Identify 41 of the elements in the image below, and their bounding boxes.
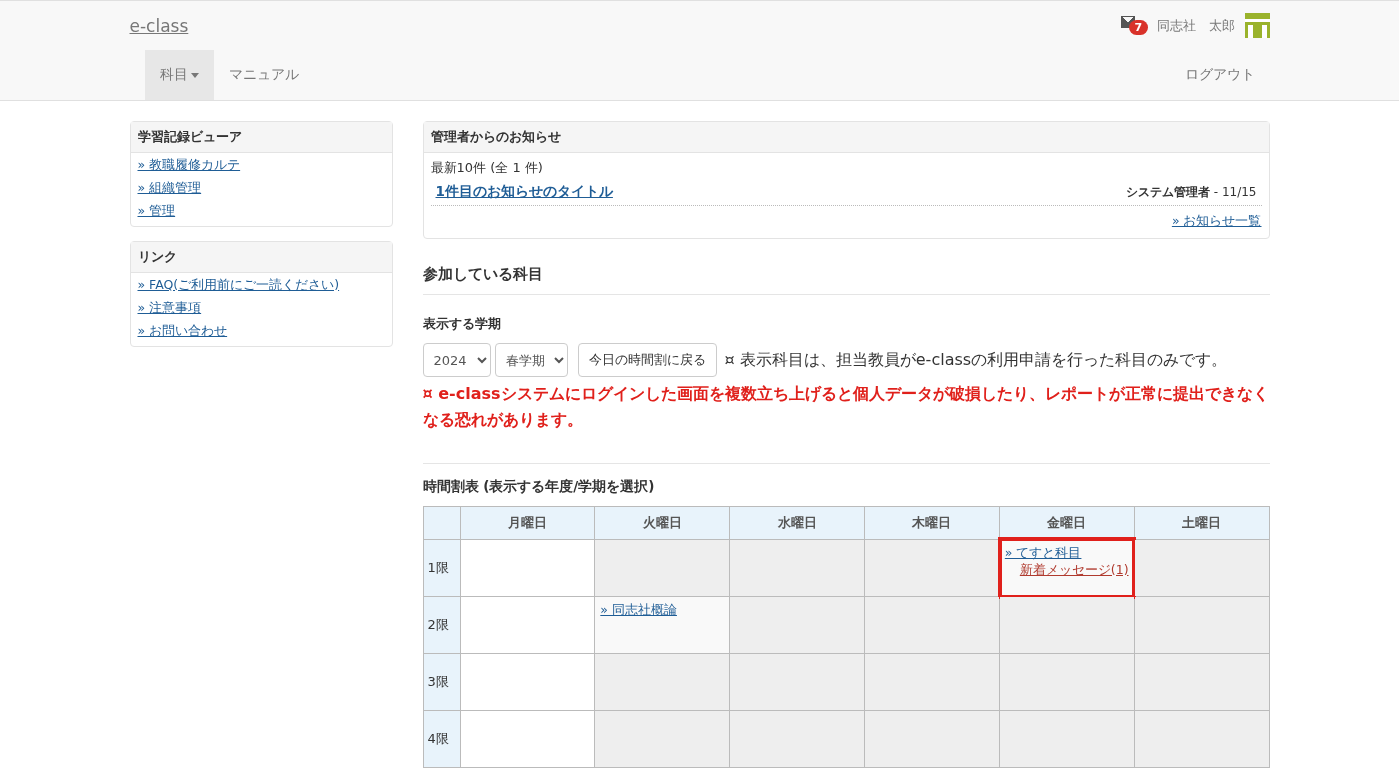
nav-tab[interactable]: 科目 [144, 50, 214, 100]
today-button[interactable]: 今日の時間割に戻る [577, 343, 717, 377]
day-header: 月曜日 [460, 506, 595, 540]
user-name: 同志社 太郎 [1156, 16, 1235, 35]
sidebar-link[interactable]: » 組織管理 [137, 180, 202, 197]
day-header: 土曜日 [1134, 506, 1269, 540]
notice-meta: システム管理者 - 11/15 [1125, 184, 1257, 201]
term-label: 表示する学期 [422, 315, 502, 333]
panel-title: リンク [130, 242, 392, 273]
day-header: 火曜日 [594, 506, 730, 540]
period-label: 3限 [423, 653, 460, 711]
sidebar-link[interactable]: » 教職履修カルテ [137, 157, 241, 174]
course-link[interactable]: » 同志社概論 [600, 602, 677, 617]
year-select[interactable]: 2024 [422, 343, 491, 377]
day-header: 木曜日 [864, 506, 1000, 540]
timetable-title: 時間割表 (表示する年度/学期を選択) [422, 478, 656, 496]
site-logo[interactable]: e-class [129, 15, 189, 36]
section-heading: 参加している科目 [422, 239, 1270, 295]
sidebar-link[interactable]: » 管理 [137, 203, 176, 220]
warning-text: ¤ e-classシステムにログインした画面を複数立ち上げると個人データが破損したり、レポートが正常に提出できなくなる恐れがあります。 [422, 383, 1270, 431]
term-select[interactable]: 春学期 [494, 343, 568, 377]
panel-title: 学習記録ビューア [130, 122, 392, 153]
sidebar-link[interactable]: » お問い合わせ [137, 323, 228, 340]
course-note: ¤ 表示科目は、担当教員がe-classの利用申請を行った科目のみです。 [724, 349, 1228, 369]
course-link[interactable]: » てすと科目 [1004, 545, 1082, 560]
panel-title: 管理者からのお知らせ [423, 122, 1269, 153]
period-label: 2限 [423, 596, 460, 654]
period-label: 4限 [423, 710, 460, 768]
day-header: 水曜日 [729, 506, 865, 540]
logout-link[interactable]: ログアウト [1169, 50, 1270, 100]
sidebar-link[interactable]: » 注意事項 [137, 300, 202, 317]
day-header: 金曜日 [999, 506, 1135, 540]
notice-link[interactable]: 1件目のお知らせのタイトル [435, 183, 613, 201]
nav-tab[interactable]: マニュアル [213, 50, 314, 100]
period-label: 1限 [423, 539, 460, 597]
avatar-icon [1244, 13, 1270, 38]
sidebar-link[interactable]: » FAQ(ご利用前にご一読ください) [137, 277, 340, 294]
notice-summary: 最新10件 (全 1 件) [430, 159, 544, 177]
message-count: 7 [1128, 19, 1149, 35]
new-message-link[interactable]: 新着メッセージ(1) [1019, 562, 1129, 579]
all-notices-link[interactable]: » お知らせ一覧 [1171, 213, 1262, 230]
